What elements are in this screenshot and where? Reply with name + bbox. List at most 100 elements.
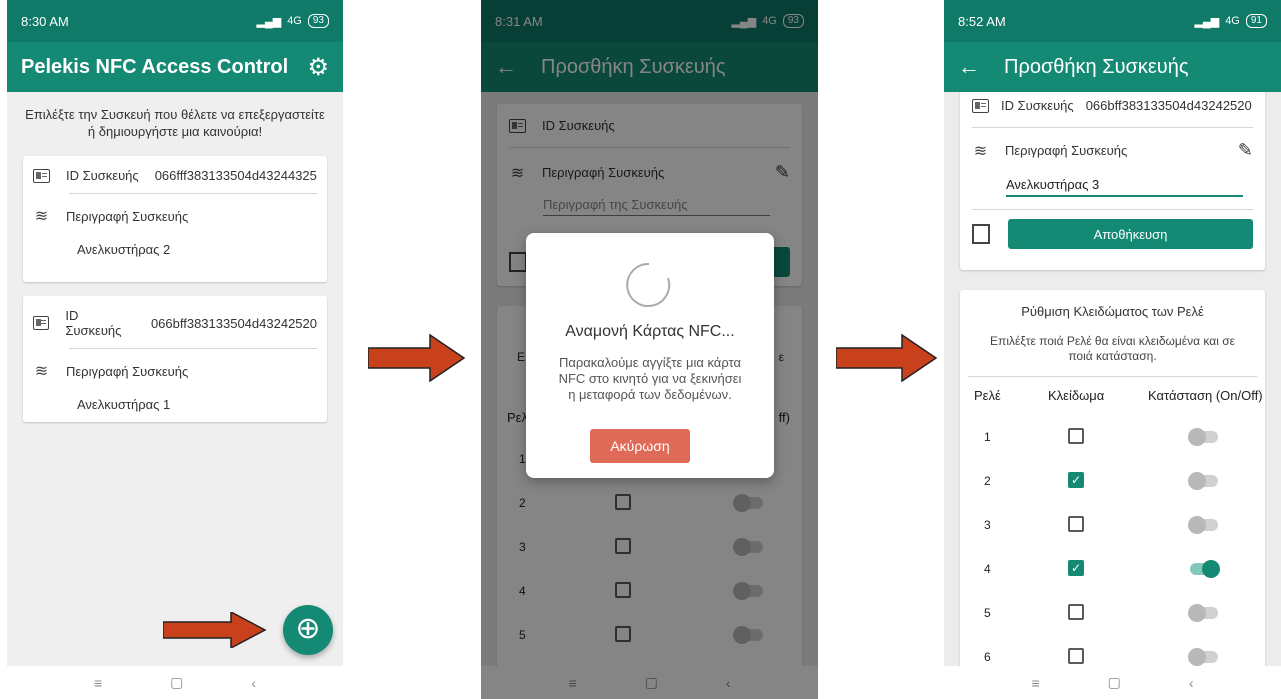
state-toggle[interactable] [1188, 472, 1218, 490]
relay-row: 1 [960, 424, 1265, 452]
device-list-content: Επιλέξτε την Συσκευή που θέλετε να επεξε… [7, 92, 343, 666]
device-desc-value: Ανελκυστήρας 1 [77, 397, 171, 412]
network-label: 4G [287, 15, 302, 27]
screen-title: Προσθήκη Συσκευής [1004, 55, 1189, 78]
id-card-icon [33, 316, 50, 330]
relay-row: 5 [960, 600, 1265, 628]
dialog-message: Παρακαλούμε αγγίξτε μια κάρτα NFC στο κι… [558, 355, 742, 402]
device-desc-label: Περιγραφή Συσκευής [1005, 143, 1128, 158]
arrow-right-icon [368, 334, 466, 382]
nav-bar: ≡ ▢ ‹ [944, 666, 1281, 699]
relay-number: 6 [984, 650, 991, 664]
lock-checkbox[interactable] [1068, 648, 1084, 664]
save-button[interactable]: Αποθήκευση [1008, 219, 1253, 249]
state-toggle[interactable] [1188, 648, 1218, 666]
menu-nav-icon[interactable]: ≡ [94, 675, 102, 691]
relay-number: 1 [984, 430, 991, 444]
network-label: 4G [1225, 15, 1240, 27]
screen-add-device-waiting: 8:31 AM ▂▄▆ 4G 93 ← Προσθήκη Συσκευής ID… [481, 0, 818, 699]
save-icon [972, 224, 990, 244]
signal-icon: ▂▄▆ [256, 15, 282, 28]
nfc-wait-dialog: Αναμονή Κάρτας NFC... Παρακαλούμε αγγίξτ… [526, 233, 774, 478]
device-id-value: 066bff383133504d43242520 [150, 315, 317, 331]
device-desc-row: ≋ Περιγραφή Συσκευής [23, 194, 327, 238]
relay-number: 4 [984, 562, 991, 576]
id-card-icon [972, 98, 989, 113]
relay-row: 6 [960, 644, 1265, 666]
relay-number: 2 [984, 474, 991, 488]
divider [968, 376, 1257, 377]
lock-checkbox[interactable]: ✓ [1068, 560, 1084, 576]
status-time: 8:52 AM [958, 13, 1006, 29]
layers-icon: ≋ [34, 363, 49, 380]
device-id-row: ID Συσκευής 066bff383133504d43242520 [23, 296, 327, 348]
menu-nav-icon[interactable]: ≡ [1031, 675, 1039, 691]
lock-checkbox[interactable] [1068, 604, 1084, 620]
app-title: Pelekis NFC Access Control [21, 55, 289, 78]
back-nav-icon[interactable]: ‹ [1189, 675, 1194, 691]
status-bar: 8:30 AM ▂▄▆ 4G 93 [7, 0, 343, 42]
screen-device-list: 8:30 AM ▂▄▆ 4G 93 Pelekis NFC Access Con… [7, 0, 343, 699]
home-nav-icon[interactable]: ▢ [1108, 674, 1121, 691]
id-card-icon [33, 168, 50, 183]
device-id-label: ID Συσκευής [66, 168, 139, 183]
device-desc-value: Ανελκυστήρας 2 [77, 242, 171, 257]
relay-row: 2 ✓ [960, 468, 1265, 496]
back-nav-icon[interactable]: ‹ [251, 675, 256, 691]
state-toggle[interactable] [1188, 516, 1218, 534]
column-header-relay: Ρελέ [974, 388, 1001, 403]
status-icons: ▂▄▆ 4G 93 [256, 14, 329, 28]
back-arrow-icon[interactable]: ← [958, 54, 980, 80]
lock-checkbox[interactable] [1068, 516, 1084, 532]
add-device-button[interactable]: ⊕ [283, 605, 333, 655]
gear-icon[interactable]: ⚙ [307, 53, 329, 82]
device-id-row: ID Συσκευής 066bff383133504d43242520 [960, 92, 1265, 127]
layers-icon: ≋ [34, 208, 49, 225]
device-card[interactable]: ID Συσκευής 066fff383133504d43244325 ≋ Π… [23, 156, 327, 282]
description-input[interactable]: Ανελκυστήρας 3 [1006, 177, 1243, 197]
device-id-label: ID Συσκευής [65, 308, 122, 338]
device-form-card: ID Συσκευής 066bff383133504d43242520 ≋ Π… [960, 92, 1265, 270]
loading-spinner-icon [626, 262, 671, 307]
battery-icon: 91 [1245, 14, 1267, 28]
nav-bar: ≡ ▢ ‹ [7, 666, 343, 699]
cancel-button[interactable]: Ακύρωση [590, 429, 690, 463]
status-time: 8:30 AM [21, 13, 69, 29]
relay-title: Ρύθμιση Κλειδώματος των Ρελέ [1021, 304, 1204, 319]
device-desc-label: Περιγραφή Συσκευής [66, 208, 189, 224]
device-id-row: ID Συσκευής 066fff383133504d43244325 [23, 156, 327, 193]
relay-subtitle: Επιλέξτε ποιά Ρελέ θα είναι κλειδωμένα κ… [990, 334, 1235, 363]
pencil-icon[interactable]: ✎ [1238, 140, 1253, 161]
device-card[interactable]: ID Συσκευής 066bff383133504d43242520 ≋ Π… [23, 296, 327, 422]
status-bar: 8:52 AM ▂▄▆ 4G 91 [944, 0, 1281, 42]
lock-checkbox[interactable] [1068, 428, 1084, 444]
device-desc-label: Περιγραφή Συσκευής [66, 363, 189, 379]
state-toggle[interactable] [1188, 428, 1218, 446]
layers-icon: ≋ [973, 142, 988, 160]
device-id-label: ID Συσκευής [1001, 98, 1074, 113]
intro-text: Επιλέξτε την Συσκευή που θέλετε να επεξε… [25, 107, 325, 139]
relay-number: 5 [984, 606, 991, 620]
arrow-fab-icon [163, 612, 267, 648]
relay-row: 3 [960, 512, 1265, 540]
status-icons: ▂▄▆ 4G 91 [1194, 14, 1267, 28]
dialog-title: Αναμονή Κάρτας NFC... [565, 323, 735, 340]
column-header-lock: Κλείδωμα [1048, 388, 1105, 403]
add-device-content: ID Συσκευής 066bff383133504d43242520 ≋ Π… [944, 92, 1281, 666]
screen-add-device-filled: 8:52 AM ▂▄▆ 4G 91 ← Προσθήκη Συσκευής ID… [944, 0, 1281, 699]
app-bar: ← Προσθήκη Συσκευής [944, 42, 1281, 92]
home-nav-icon[interactable]: ▢ [170, 674, 183, 691]
state-toggle[interactable] [1190, 560, 1220, 578]
device-id-value: 066bff383133504d43242520 [1085, 98, 1252, 113]
state-toggle[interactable] [1188, 604, 1218, 622]
relay-row: 4 ✓ [960, 556, 1265, 584]
battery-icon: 93 [307, 14, 329, 28]
signal-icon: ▂▄▆ [1194, 15, 1220, 28]
column-header-state: Κατάσταση (On/Off) [1148, 388, 1263, 403]
device-desc-row: ≋ Περιγραφή Συσκευής [23, 349, 327, 393]
app-bar: Pelekis NFC Access Control ⚙ [7, 42, 343, 92]
lock-checkbox[interactable]: ✓ [1068, 472, 1084, 488]
device-id-value: 066fff383133504d43244325 [154, 168, 317, 183]
divider [972, 209, 1253, 210]
add-icon: ⊕ [295, 612, 321, 645]
